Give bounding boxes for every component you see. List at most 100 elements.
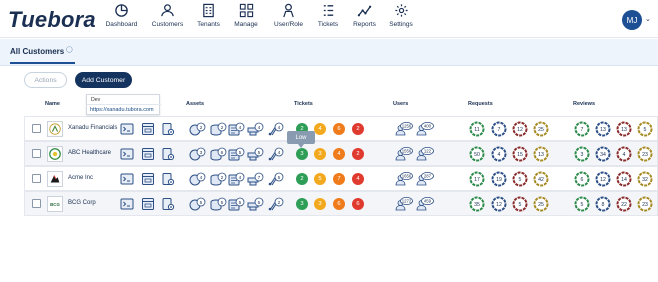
nav-dashboard[interactable]: Dashboard [98, 3, 145, 36]
nav-manage[interactable]: Manage [227, 3, 265, 36]
ticket-count-badge[interactable]: 2 [296, 173, 308, 185]
actions-button[interactable]: Actions [24, 72, 67, 88]
ticket-count-badge[interactable]: 4 [314, 123, 326, 135]
user-avatar[interactable]: MJ [622, 10, 642, 30]
database-asset-icon[interactable]: 5 [209, 197, 227, 211]
config-icon[interactable] [161, 197, 175, 211]
request-count-ring[interactable]: 35 [469, 196, 485, 212]
add-customer-button[interactable]: Add Customer [75, 72, 132, 88]
review-count-ring[interactable]: 5 [574, 196, 590, 212]
cloud-asset-icon[interactable]: 4 [246, 122, 264, 136]
request-count-ring[interactable]: 50 [469, 146, 485, 162]
row-checkbox[interactable] [32, 124, 41, 133]
ticket-count-badge[interactable]: 3 [314, 148, 326, 160]
database-asset-icon[interactable]: 2 [209, 122, 227, 136]
users-count[interactable]: 1556 [394, 146, 414, 162]
computer-asset-icon[interactable]: 3 [188, 147, 206, 161]
ticket-count-badge[interactable]: 6 [333, 123, 345, 135]
nav-tickets[interactable]: Tickets [312, 3, 344, 36]
document-asset-icon[interactable]: 4 [227, 172, 245, 186]
review-count-ring[interactable]: 13 [616, 121, 632, 137]
table-row[interactable]: BCG BCG Corp 5 5 5 5 2 3 3 6 6 1272 459 35 12 5 25 5 8 22 23 [24, 191, 658, 216]
review-count-ring[interactable]: 12 [595, 171, 611, 187]
users-count[interactable]: 287 [415, 171, 435, 187]
tab-all-customers[interactable]: All Customers [10, 47, 64, 56]
request-count-ring[interactable]: 4 [491, 146, 507, 162]
terminal-icon[interactable] [120, 122, 134, 136]
request-count-ring[interactable]: 42 [533, 171, 549, 187]
window-icon[interactable] [141, 172, 155, 186]
table-row[interactable]: ABC Healthcare 3 6 5 5 4 3 3 4 2 1556 122 50 4 15 13 3 34… [24, 141, 658, 166]
ticket-count-badge[interactable]: 5 [314, 173, 326, 185]
app-logo[interactable]: Tuebora [8, 7, 96, 33]
computer-asset-icon[interactable]: 5 [188, 197, 206, 211]
review-count-ring[interactable]: 34 [595, 146, 611, 162]
ticket-count-badge[interactable]: 7 [333, 173, 345, 185]
column-header-assets[interactable]: Assets [186, 101, 204, 107]
review-count-ring[interactable]: 22 [616, 196, 632, 212]
ticket-count-badge[interactable]: 3 [296, 198, 308, 210]
users-count[interactable]: 459 [415, 196, 435, 212]
company-name[interactable]: ABC Healthcare [68, 150, 111, 156]
request-count-ring[interactable]: 12 [491, 196, 507, 212]
row-checkbox[interactable] [32, 199, 41, 208]
link-asset-icon[interactable]: 5 [266, 172, 284, 186]
users-count[interactable]: 1256 [394, 121, 414, 137]
computer-asset-icon[interactable]: 4 [188, 172, 206, 186]
link-asset-icon[interactable]: 4 [266, 147, 284, 161]
window-icon[interactable] [141, 197, 155, 211]
request-count-ring[interactable]: 13 [533, 146, 549, 162]
ticket-count-badge[interactable]: 6 [352, 198, 364, 210]
company-name[interactable]: Acme Inc [68, 175, 93, 181]
terminal-icon[interactable] [120, 172, 134, 186]
review-count-ring[interactable]: 5 [637, 121, 653, 137]
database-asset-icon[interactable]: 6 [209, 147, 227, 161]
users-count[interactable]: 1656 [394, 171, 414, 187]
ticket-count-badge[interactable]: 4 [352, 173, 364, 185]
refresh-icon[interactable]: ◯ [66, 46, 73, 53]
ticket-count-badge[interactable]: 4 [333, 148, 345, 160]
cloud-asset-icon[interactable]: 7 [246, 172, 264, 186]
request-count-ring[interactable]: 12 [512, 121, 528, 137]
column-header-users[interactable]: Users [393, 101, 408, 107]
nav-reports[interactable]: Reports [344, 3, 385, 36]
config-icon[interactable] [161, 172, 175, 186]
terminal-icon[interactable] [120, 197, 134, 211]
review-count-ring[interactable]: 23 [637, 196, 653, 212]
document-asset-icon[interactable]: 5 [227, 197, 245, 211]
nav-tenants[interactable]: Tenants [190, 3, 227, 36]
terminal-icon[interactable] [120, 147, 134, 161]
users-count[interactable]: 122 [415, 146, 435, 162]
row-checkbox[interactable] [32, 174, 41, 183]
config-icon[interactable] [161, 147, 175, 161]
review-count-ring[interactable]: 14 [616, 171, 632, 187]
ticket-count-badge[interactable]: 3 [296, 148, 308, 160]
request-count-ring[interactable]: 25 [533, 121, 549, 137]
computer-asset-icon[interactable]: 2 [188, 122, 206, 136]
column-header-name[interactable]: Name [45, 101, 60, 107]
ticket-count-badge[interactable]: 3 [314, 198, 326, 210]
ticket-count-badge[interactable]: 2 [352, 123, 364, 135]
column-header-tickets[interactable]: Tickets [294, 101, 313, 107]
document-asset-icon[interactable]: 4 [227, 122, 245, 136]
request-count-ring[interactable]: 11 [469, 121, 485, 137]
dropdown-url-link[interactable]: https://xanadu.tubora.com [90, 107, 154, 113]
request-count-ring[interactable]: 5 [512, 171, 528, 187]
review-count-ring[interactable]: 3 [574, 146, 590, 162]
company-name[interactable]: Xanadu Financials [68, 125, 117, 131]
company-name[interactable]: BCG Corp [68, 200, 96, 206]
request-count-ring[interactable]: 15 [512, 146, 528, 162]
review-count-ring[interactable]: 8 [595, 196, 611, 212]
request-count-ring[interactable]: 7 [491, 121, 507, 137]
column-header-requests[interactable]: Requests [468, 101, 493, 107]
window-icon[interactable] [141, 147, 155, 161]
config-icon[interactable] [161, 122, 175, 136]
cloud-asset-icon[interactable]: 5 [246, 197, 264, 211]
ticket-count-badge[interactable]: 2 [352, 148, 364, 160]
table-row[interactable]: Acme Inc 4 2 4 7 5 2 5 7 4 1656 287 17 19 5 42 6 12 14 32 [24, 166, 658, 191]
request-count-ring[interactable]: 5 [512, 196, 528, 212]
cloud-asset-icon[interactable]: 5 [246, 147, 264, 161]
request-count-ring[interactable]: 19 [491, 171, 507, 187]
request-count-ring[interactable]: 25 [533, 196, 549, 212]
database-asset-icon[interactable]: 2 [209, 172, 227, 186]
